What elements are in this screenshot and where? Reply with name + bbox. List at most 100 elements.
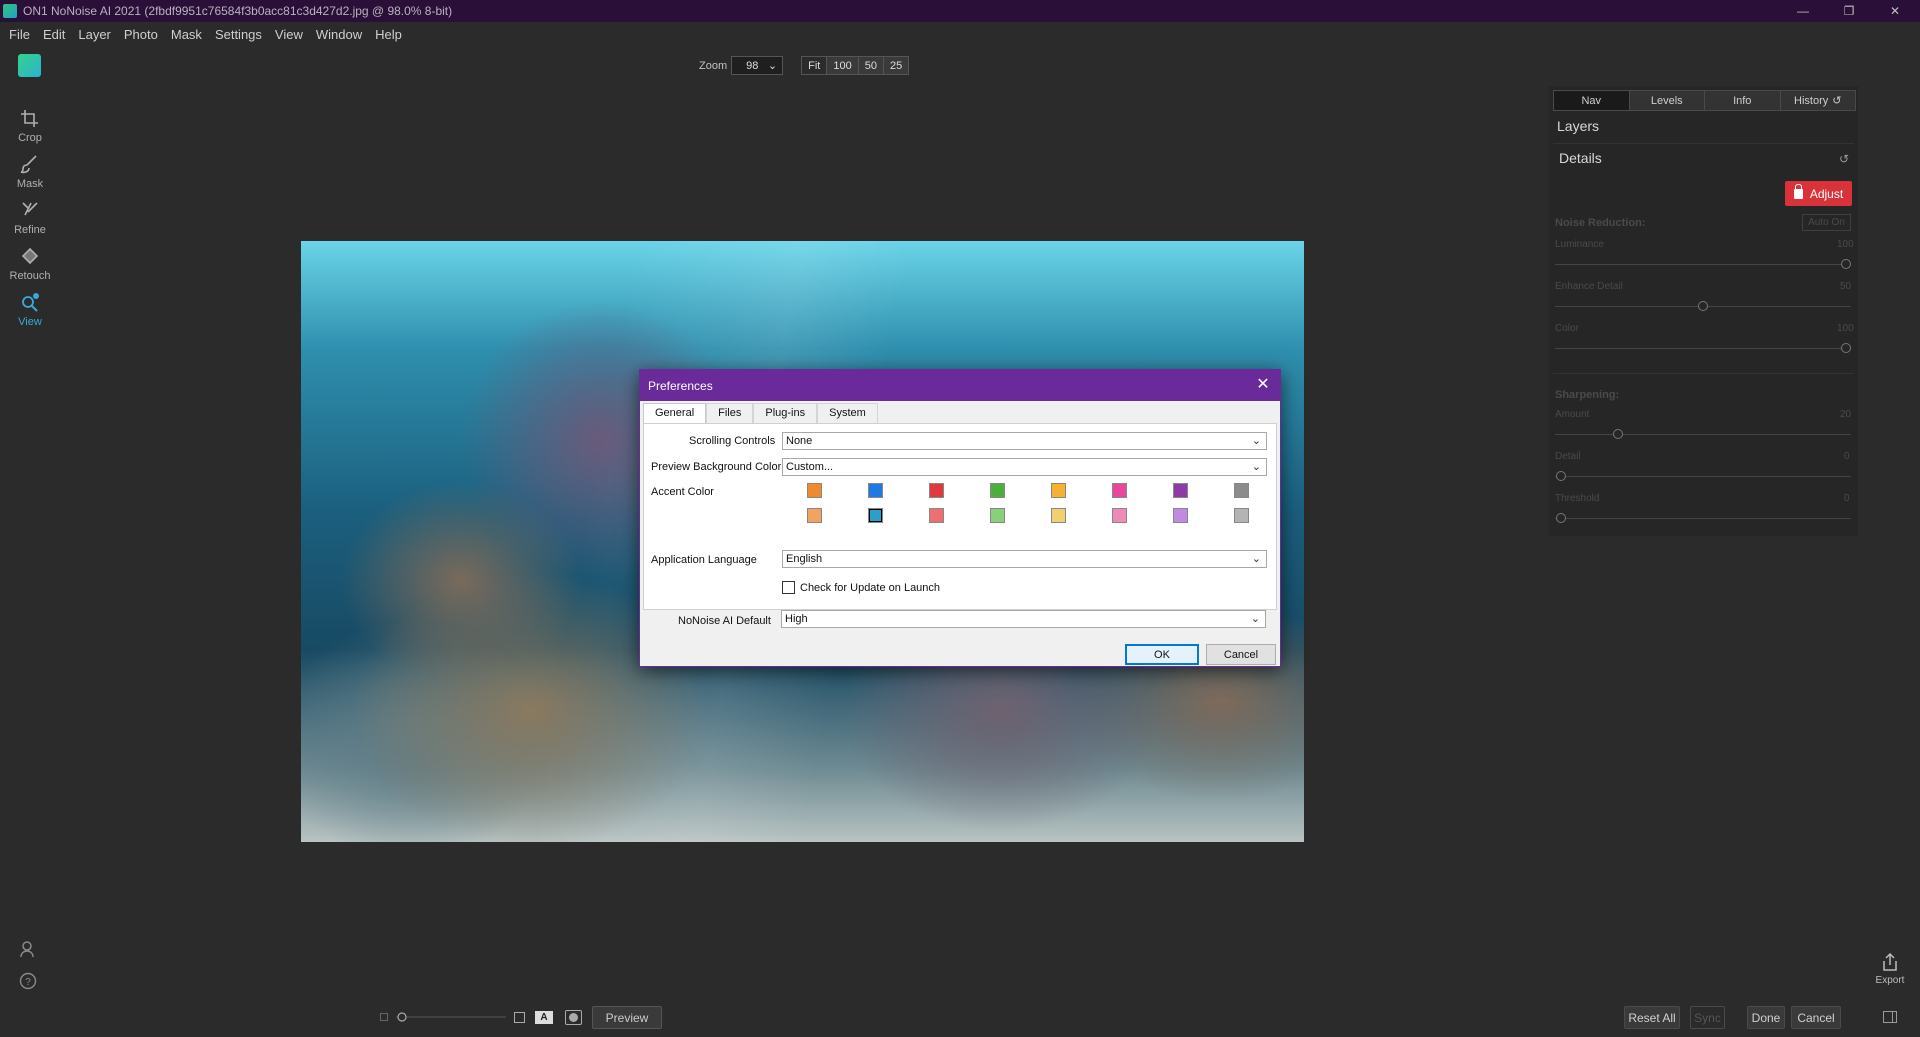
noise-reduction-title: Noise Reduction: <box>1555 217 1646 229</box>
tab-plugins[interactable]: Plug-ins <box>753 403 818 423</box>
user-account-icon[interactable] <box>19 940 37 958</box>
export-label: Export <box>1875 975 1905 986</box>
mask-view-icon[interactable] <box>565 1010 582 1025</box>
accent-swatch[interactable] <box>1112 483 1127 498</box>
undo-icon: ↺ <box>1832 95 1842 107</box>
thumbnail-size-slider[interactable] <box>396 1012 524 1022</box>
zoom-select[interactable]: 98 ⌄ <box>731 56 784 75</box>
menu-view[interactable]: View <box>275 27 303 42</box>
reset-all-button[interactable]: Reset All <box>1624 1006 1680 1029</box>
threshold-slider[interactable] <box>1555 518 1851 519</box>
menu-mask[interactable]: Mask <box>171 27 202 42</box>
menu-edit[interactable]: Edit <box>43 27 65 42</box>
export-button[interactable]: Export <box>1870 952 1910 986</box>
panel-toggle-icon[interactable] <box>1883 1011 1897 1023</box>
zoom-25-button[interactable]: 25 <box>883 57 909 74</box>
luminance-slider[interactable] <box>1555 264 1851 265</box>
tool-refine[interactable]: Refine <box>0 200 60 236</box>
adjust-button[interactable]: Adjust <box>1785 181 1852 206</box>
check-update-checkbox[interactable] <box>782 581 795 594</box>
tab-nav[interactable]: Nav <box>1554 91 1630 110</box>
threshold-slider-knob[interactable] <box>1556 513 1566 523</box>
accent-color-label: Accent Color <box>651 486 714 498</box>
nonoise-default-select[interactable]: High ⌄ <box>781 610 1266 628</box>
close-icon[interactable]: ✕ <box>1254 376 1272 394</box>
tool-retouch[interactable]: Retouch <box>0 246 60 282</box>
luminance-slider-knob[interactable] <box>1841 259 1851 269</box>
preferences-tabs: General Files Plug-ins System <box>643 403 878 423</box>
mask-brush-icon <box>20 155 37 174</box>
ok-button[interactable]: OK <box>1125 644 1199 665</box>
details-title[interactable]: Details <box>1559 150 1602 166</box>
thumbnail-small-icon[interactable] <box>380 1013 388 1021</box>
zoom-50-button[interactable]: 50 <box>858 57 884 74</box>
help-icon[interactable]: ? <box>19 972 37 990</box>
reset-details-icon[interactable]: ↺ <box>1839 152 1849 166</box>
tab-history-label: History <box>1794 94 1829 107</box>
tool-mask[interactable]: Mask <box>0 154 60 190</box>
tool-crop[interactable]: Crop <box>0 108 60 144</box>
tab-general[interactable]: General <box>643 403 707 423</box>
tab-levels[interactable]: Levels <box>1629 91 1705 110</box>
accent-swatch[interactable] <box>868 508 883 523</box>
menu-layer[interactable]: Layer <box>78 27 111 42</box>
language-label: Application Language <box>651 554 757 566</box>
enhance-detail-slider-knob[interactable] <box>1698 301 1708 311</box>
cancel-button[interactable]: Cancel <box>1791 1006 1841 1029</box>
accent-swatch[interactable] <box>990 508 1005 523</box>
tab-history[interactable]: History ↺ <box>1780 91 1855 110</box>
tab-files[interactable]: Files <box>706 403 754 423</box>
color-value: 100 <box>1837 323 1854 334</box>
menu-file[interactable]: File <box>9 27 30 42</box>
detail-slider[interactable] <box>1555 476 1851 477</box>
auto-on-button[interactable]: Auto On <box>1802 214 1851 231</box>
preview-button[interactable]: Preview <box>592 1006 662 1029</box>
tool-view[interactable]: View <box>0 292 60 328</box>
zoom-100-button[interactable]: 100 <box>827 57 859 74</box>
accent-swatch[interactable] <box>1112 508 1127 523</box>
done-button[interactable]: Done <box>1747 1006 1785 1029</box>
zoom-fit-button[interactable]: Fit <box>802 57 828 74</box>
menu-photo[interactable]: Photo <box>124 27 158 42</box>
menu-settings[interactable]: Settings <box>215 27 262 42</box>
accent-swatch[interactable] <box>1173 508 1188 523</box>
accent-swatch[interactable] <box>807 508 822 523</box>
dialog-cancel-button[interactable]: Cancel <box>1206 644 1276 665</box>
tab-system[interactable]: System <box>817 403 878 423</box>
accent-swatch[interactable] <box>1051 483 1066 498</box>
accent-swatch[interactable] <box>1234 508 1249 523</box>
accent-swatch[interactable] <box>929 508 944 523</box>
color-slider[interactable] <box>1555 348 1851 349</box>
accent-swatch[interactable] <box>929 483 944 498</box>
layers-title[interactable]: Layers <box>1557 118 1599 134</box>
refine-brush-icon <box>22 202 38 216</box>
on1-logo[interactable] <box>18 54 41 77</box>
menu-help[interactable]: Help <box>375 27 402 42</box>
svg-text:?: ? <box>25 977 31 988</box>
accent-swatch[interactable] <box>1234 483 1249 498</box>
color-slider-knob[interactable] <box>1841 343 1851 353</box>
preview-bg-select[interactable]: Custom... ⌄ <box>782 458 1267 476</box>
overlay-a-icon[interactable]: A <box>535 1011 553 1024</box>
accent-swatch[interactable] <box>1173 483 1188 498</box>
nonoise-default-value: High <box>785 613 808 625</box>
minimize-button[interactable]: — <box>1780 0 1826 22</box>
detail-slider-knob[interactable] <box>1556 471 1566 481</box>
restore-button[interactable]: ❐ <box>1826 0 1872 22</box>
close-window-button[interactable]: ✕ <box>1872 0 1918 22</box>
thumbnail-large-icon[interactable] <box>514 1012 525 1023</box>
chevron-down-icon: ⌄ <box>1250 613 1260 625</box>
menu-window[interactable]: Window <box>316 27 362 42</box>
retouch-icon <box>21 247 39 265</box>
detail-label: Detail <box>1555 451 1581 462</box>
accent-swatch[interactable] <box>868 483 883 498</box>
language-select[interactable]: English ⌄ <box>782 550 1267 568</box>
accent-swatch[interactable] <box>1051 508 1066 523</box>
accent-swatch[interactable] <box>807 483 822 498</box>
amount-slider-knob[interactable] <box>1613 429 1623 439</box>
tab-info[interactable]: Info <box>1705 91 1781 110</box>
sync-button[interactable]: Sync <box>1690 1006 1725 1029</box>
amount-slider[interactable] <box>1555 434 1851 435</box>
scrolling-controls-select[interactable]: None ⌄ <box>782 432 1267 450</box>
accent-swatch[interactable] <box>990 483 1005 498</box>
